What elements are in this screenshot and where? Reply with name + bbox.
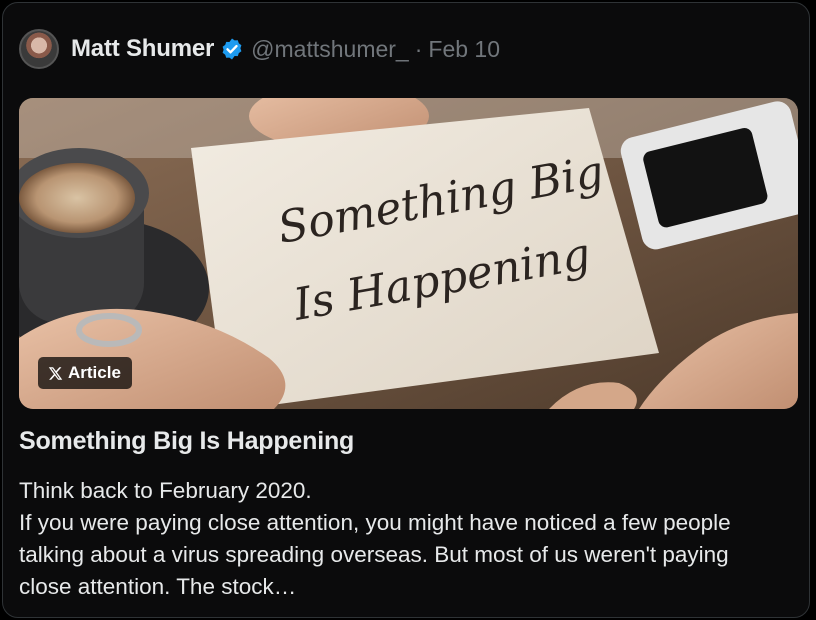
article-badge: Article [38,357,132,389]
excerpt-line: Think back to February 2020. [19,478,312,503]
cover-photo: Something Big Is Happening [19,98,798,409]
article-badge-label: Article [68,363,121,382]
article-title[interactable]: Something Big Is Happening [19,427,354,456]
x-logo-icon [48,366,63,380]
author-handle[interactable]: @mattshumer_ [251,36,409,63]
verified-badge-icon [222,38,242,60]
article-cover-image[interactable]: Something Big Is Happening Article [19,98,798,409]
excerpt-line: If you were paying close attention, you … [19,510,731,599]
meta-separator: · [414,35,423,62]
avatar[interactable] [19,29,59,69]
tweet-card[interactable]: Matt Shumer @mattshumer_ · Feb 10 Someth… [2,2,810,618]
article-excerpt[interactable]: Think back to February 2020. If you were… [19,475,779,603]
tweet-header: Matt Shumer @mattshumer_ · Feb 10 [19,29,500,69]
post-date[interactable]: Feb 10 [428,36,500,63]
author-name[interactable]: Matt Shumer [71,35,214,63]
